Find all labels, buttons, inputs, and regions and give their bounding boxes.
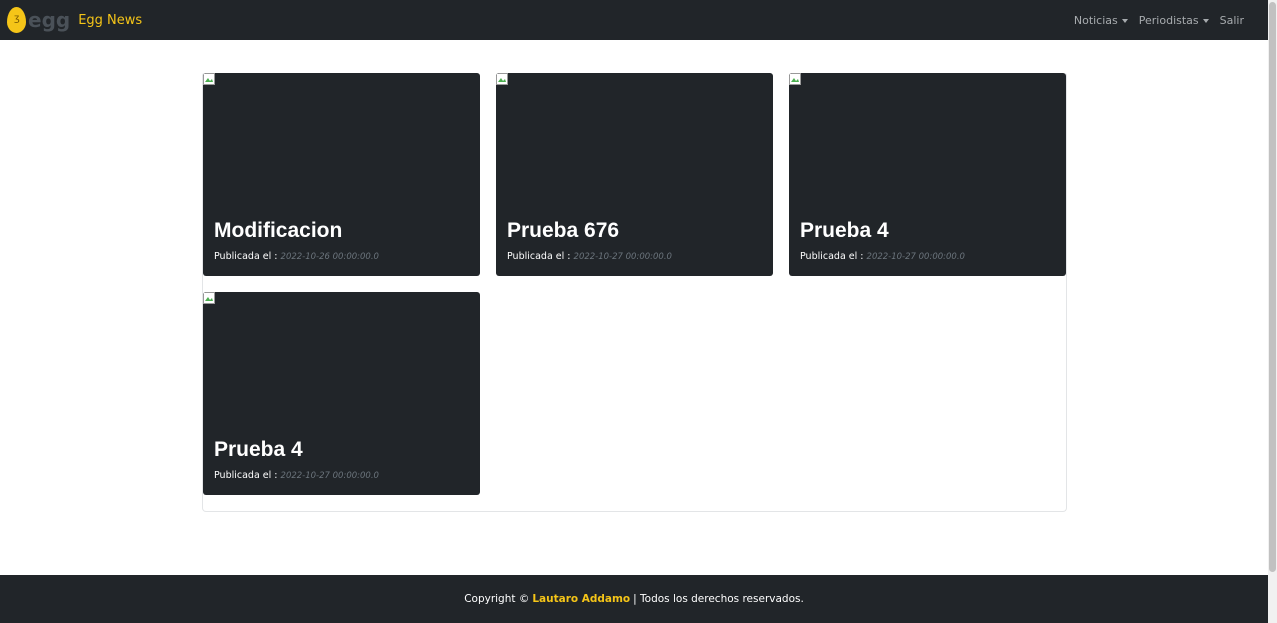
published-date: 2022-10-27 00:00:00.0 [866,252,965,262]
egg-logo-icon: ʒ [7,7,26,33]
page: ʒ egg Egg News Noticias Periodistas Sali… [0,0,1277,623]
broken-image-icon [789,73,801,85]
news-card-meta: Publicada el : 2022-10-27 00:00:00.0 [214,470,379,481]
news-card-meta: Publicada el : 2022-10-27 00:00:00.0 [507,251,672,262]
published-label: Publicada el : [507,251,571,262]
footer-rights: | Todos los derechos reservados. [633,593,804,605]
caret-down-icon [1202,18,1209,23]
news-card[interactable]: Prueba 676 Publicada el : 2022-10-27 00:… [496,73,773,276]
news-card-meta: Publicada el : 2022-10-27 00:00:00.0 [800,251,965,262]
broken-image-icon [203,292,215,304]
news-card-title: Modificacion [214,219,343,242]
news-card-title: Prueba 4 [214,438,303,461]
brand-name-link[interactable]: Egg News [78,13,142,28]
published-label: Publicada el : [214,251,278,262]
published-date: 2022-10-27 00:00:00.0 [573,252,672,262]
brand-logo-link[interactable]: ʒ egg [7,7,70,33]
published-label: Publicada el : [214,470,278,481]
news-card-meta: Publicada el : 2022-10-26 00:00:00.0 [214,251,379,262]
vertical-scrollbar[interactable] [1268,0,1277,623]
scrollbar-thumb[interactable] [1269,2,1276,572]
news-card[interactable]: Modificacion Publicada el : 2022-10-26 0… [203,73,480,276]
published-date: 2022-10-27 00:00:00.0 [280,471,379,481]
logo-word: egg [28,8,71,32]
nav-menu: Noticias Periodistas Salir [1063,0,1244,40]
published-label: Publicada el : [800,251,864,262]
footer-copyright: Copyright © [464,593,530,605]
published-date: 2022-10-26 00:00:00.0 [280,252,379,262]
news-card-title: Prueba 676 [507,219,620,242]
navbar: ʒ egg Egg News Noticias Periodistas Sali… [0,0,1268,40]
news-card[interactable]: Prueba 4 Publicada el : 2022-10-27 00:00… [789,73,1066,276]
nav-noticias-dropdown[interactable]: Noticias [1074,14,1128,27]
nav-salir-link[interactable]: Salir [1220,14,1244,27]
nav-periodistas-dropdown[interactable]: Periodistas [1139,14,1209,27]
nav-salir-label: Salir [1219,13,1244,27]
footer-author-link[interactable]: Lautaro Addamo [532,593,630,605]
news-card[interactable]: Prueba 4 Publicada el : 2022-10-27 00:00… [203,292,480,495]
caret-down-icon [1121,18,1128,23]
footer: Copyright © Lautaro Addamo | Todos los d… [0,575,1268,623]
nav-noticias-label: Noticias [1073,13,1118,27]
broken-image-icon [203,73,215,85]
news-card-title: Prueba 4 [800,219,889,242]
nav-periodistas-label: Periodistas [1138,13,1199,27]
broken-image-icon [496,73,508,85]
